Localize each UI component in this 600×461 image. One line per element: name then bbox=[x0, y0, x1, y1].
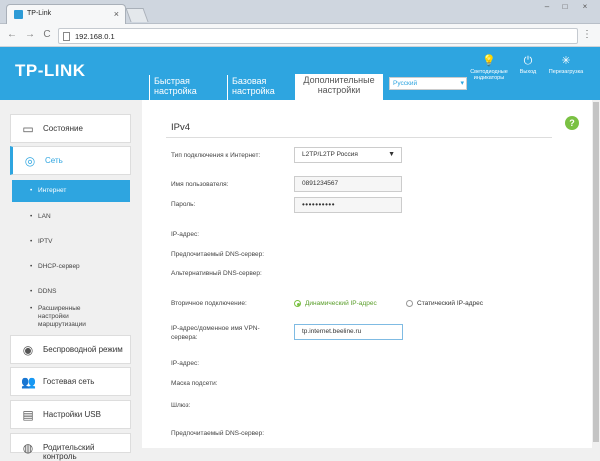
username-input[interactable]: 0891234567 bbox=[294, 176, 402, 192]
forward-icon[interactable]: → bbox=[24, 29, 36, 40]
radio-static-label: Статический IP-адрес bbox=[417, 300, 484, 307]
reboot-icon: ✳ bbox=[561, 55, 571, 67]
sidebar-item-label: Сеть bbox=[45, 156, 63, 165]
gateway-label: Шлюз: bbox=[171, 402, 191, 409]
usb-icon: ▤ bbox=[22, 408, 34, 422]
sidebar-item-label: Гостевая сеть bbox=[43, 377, 95, 386]
sidebar-item-wireless[interactable]: ◉ Беспроводной режим bbox=[10, 335, 131, 364]
caret-down-icon: ▼ bbox=[388, 151, 395, 158]
tab-label: настройка bbox=[232, 85, 275, 96]
dns3-label: Предпочитаемый DNS-сервер: bbox=[171, 430, 265, 437]
sidebar-item-network[interactable]: ◎ Сеть bbox=[10, 146, 131, 175]
sidebar-item-label: Настройки USB bbox=[43, 410, 101, 419]
language-value: Русский bbox=[393, 80, 418, 87]
sidebar-subitem-dhcp[interactable]: DHCP-сервер bbox=[12, 263, 130, 270]
ip2-label: IP-адрес: bbox=[171, 360, 199, 367]
secondary-connection-label: Вторичное подключение: bbox=[171, 300, 247, 307]
minimize-icon[interactable]: – bbox=[540, 2, 554, 11]
subnet-mask-label: Маска подсети: bbox=[171, 380, 218, 387]
scrollbar-thumb[interactable] bbox=[593, 102, 599, 442]
language-select[interactable]: Русский ▾ bbox=[389, 77, 467, 90]
sidebar-item-label: Беспроводной режим bbox=[43, 345, 123, 354]
sidebar-item-parental[interactable]: ◍ Родительский контроль bbox=[10, 433, 131, 461]
sidebar-subitem-lan[interactable]: LAN bbox=[12, 213, 130, 220]
section-divider bbox=[166, 137, 552, 138]
tplink-favicon-icon bbox=[14, 10, 23, 19]
url-input[interactable]: 192.168.0.1 bbox=[58, 28, 578, 44]
globe-icon: ◎ bbox=[24, 154, 36, 168]
browser-titlebar: TP-Link × – □ × bbox=[0, 0, 600, 24]
tab-advanced[interactable]: Дополнительные настройки bbox=[295, 74, 383, 100]
vpn-server-label-cont: сервера: bbox=[171, 334, 198, 341]
radio-dynamic-label: Динамический IP-адрес bbox=[305, 300, 377, 307]
bulb-icon: 💡 bbox=[482, 55, 496, 67]
logout-label: Выход bbox=[519, 69, 537, 75]
maximize-icon[interactable]: □ bbox=[558, 2, 572, 11]
section-title: IPv4 bbox=[171, 122, 191, 133]
address-toolbar: ← → C 192.168.0.1 ⋮ bbox=[0, 24, 600, 47]
vpn-server-input[interactable]: tp.internet.beeline.ru bbox=[294, 324, 403, 340]
radio-unselected-icon bbox=[406, 300, 413, 307]
back-icon[interactable]: ← bbox=[6, 29, 18, 40]
led-label: Светодиодные индикаторы bbox=[470, 69, 508, 81]
connection-type-label: Тип подключения к Интернет: bbox=[171, 152, 261, 159]
tab-quick-setup[interactable]: Быстрая настройка bbox=[149, 75, 229, 100]
tab-basic[interactable]: Базовая настройка bbox=[227, 75, 293, 100]
sidebar: ▭ Состояние ◎ Сеть Интернет LAN IPTV DHC… bbox=[0, 100, 140, 461]
new-tab-button[interactable] bbox=[125, 8, 149, 22]
power-icon: ⏻ bbox=[523, 55, 533, 67]
sidebar-subitem-ddns[interactable]: DDNS bbox=[12, 288, 130, 295]
sidebar-item-guest[interactable]: 👥 Гостевая сеть bbox=[10, 367, 131, 396]
radio-selected-icon bbox=[294, 300, 301, 307]
reload-icon[interactable]: C bbox=[41, 29, 53, 40]
scrollbar[interactable] bbox=[592, 100, 600, 448]
dns1-label: Предпочитаемый DNS-сервер: bbox=[171, 251, 265, 258]
sidebar-item-status[interactable]: ▭ Состояние bbox=[10, 114, 131, 143]
reboot-button[interactable]: ✳ Перезагрузка bbox=[546, 55, 586, 75]
sidebar-subitem-iptv[interactable]: IPTV bbox=[12, 238, 130, 245]
tab-close-icon[interactable]: × bbox=[114, 9, 119, 19]
browser-menu-icon[interactable]: ⋮ bbox=[582, 29, 592, 40]
browser-tab[interactable]: TP-Link × bbox=[6, 4, 126, 24]
logout-button[interactable]: ⏻ Выход bbox=[508, 55, 548, 75]
page-icon bbox=[63, 32, 70, 41]
tplink-logo: TP-LINK bbox=[15, 61, 86, 80]
content-panel: IPv4 ? Тип подключения к Интернет: L2TP/… bbox=[142, 100, 592, 448]
wireless-icon: ◉ bbox=[22, 343, 34, 357]
users-icon: 👥 bbox=[21, 375, 36, 389]
vpn-server-label: IP-адрес/доменное имя VPN- bbox=[171, 325, 260, 332]
url-text: 192.168.0.1 bbox=[75, 32, 115, 41]
dns2-label: Альтернативный DNS-сервер: bbox=[171, 270, 262, 277]
window-close-icon[interactable]: × bbox=[578, 2, 592, 11]
connection-type-value: L2TP/L2TP Россия bbox=[302, 151, 358, 158]
sidebar-item-usb[interactable]: ▤ Настройки USB bbox=[10, 400, 131, 429]
password-input[interactable]: •••••••••• bbox=[294, 197, 402, 213]
tab-title: TP-Link bbox=[27, 10, 52, 17]
tab-label: настройки bbox=[317, 84, 361, 95]
tab-label: настройка bbox=[154, 85, 197, 96]
sidebar-subitem-internet[interactable]: Интернет bbox=[12, 180, 130, 202]
ip-label: IP-адрес: bbox=[171, 231, 199, 238]
status-icon: ▭ bbox=[22, 122, 34, 136]
sidebar-item-label: Родительский контроль bbox=[43, 443, 95, 461]
reboot-label: Перезагрузка bbox=[548, 69, 584, 75]
router-header: TP-LINK Быстрая настройка Базовая настро… bbox=[0, 47, 600, 100]
parental-icon: ◍ bbox=[22, 441, 34, 455]
connection-type-select[interactable]: L2TP/L2TP Россия ▼ bbox=[294, 147, 402, 163]
username-label: Имя пользователя: bbox=[171, 181, 229, 188]
sidebar-item-label: Состояние bbox=[43, 124, 83, 133]
password-label: Пароль: bbox=[171, 201, 196, 208]
chevron-down-icon: ▾ bbox=[460, 80, 464, 87]
led-button[interactable]: 💡 Светодиодные индикаторы bbox=[469, 55, 509, 81]
help-icon[interactable]: ? bbox=[565, 116, 579, 130]
sidebar-subitem-routing[interactable]: Расширенные настройки маршрутизации bbox=[12, 305, 107, 329]
